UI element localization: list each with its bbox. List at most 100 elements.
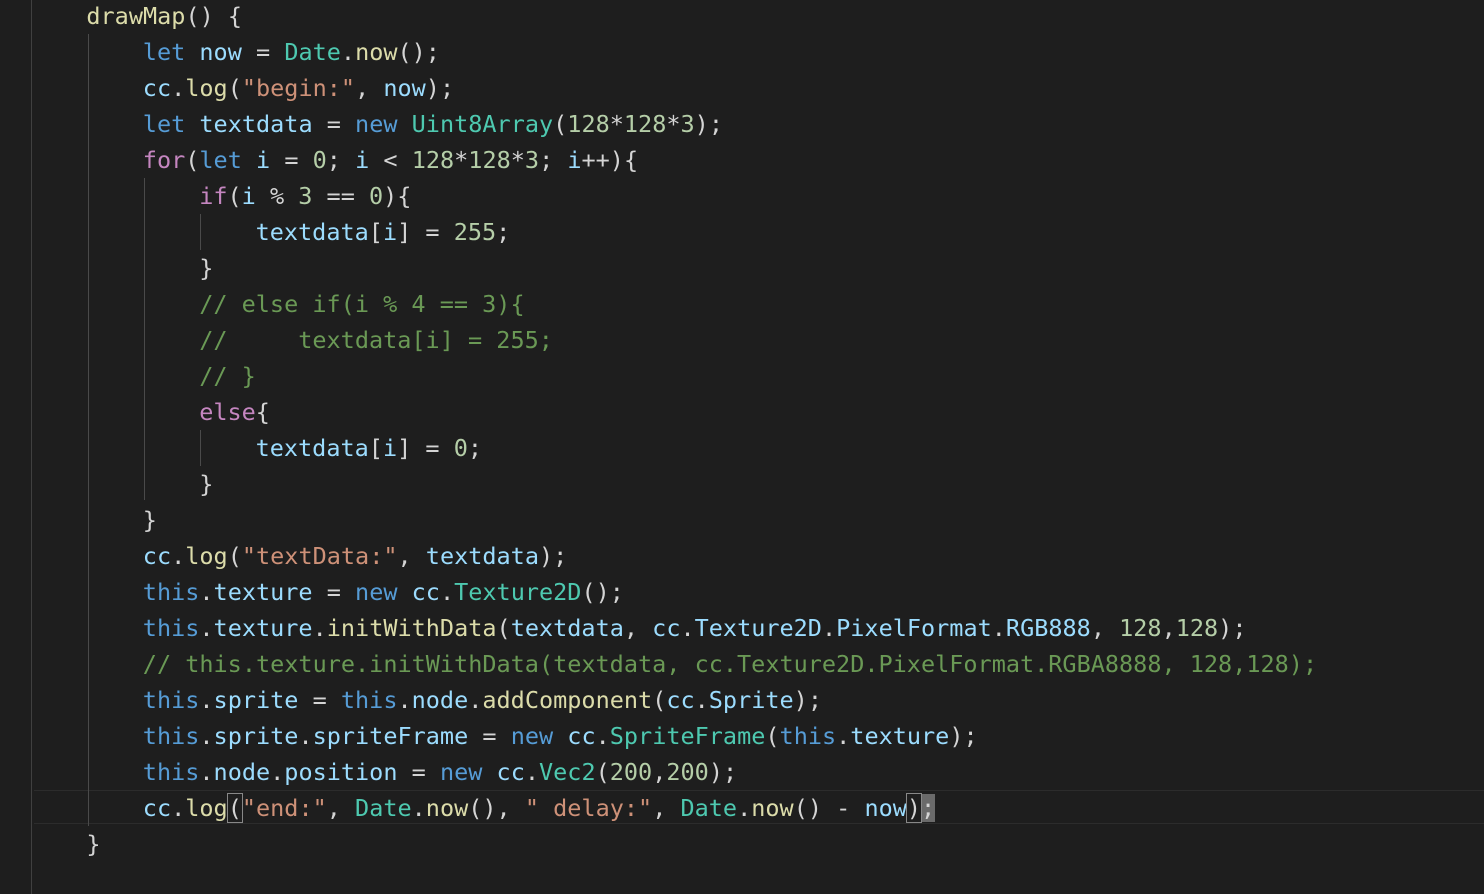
code-token: () - — [793, 794, 865, 822]
code-token: let — [142, 110, 186, 138]
code-line[interactable]: this.texture.initWithData(textdata, cc.T… — [143, 610, 1247, 646]
indent-guide — [31, 0, 32, 894]
code-line[interactable]: cc.log("begin:", now); — [143, 70, 454, 106]
code-line[interactable]: this.node.position = new cc.Vec2(200,200… — [143, 754, 737, 790]
code-token: textdata — [425, 542, 539, 570]
code-token: i — [382, 218, 398, 246]
code-token: 128 — [468, 146, 511, 174]
code-token: , — [326, 794, 356, 822]
code-token: texture — [850, 722, 950, 750]
code-line[interactable]: cc.log("end:", Date.now(), " delay:", Da… — [142, 790, 936, 826]
code-line[interactable]: } — [199, 250, 213, 286]
code-token: log — [185, 74, 228, 102]
code-token: . — [199, 686, 214, 714]
code-token: . — [171, 74, 186, 102]
code-token: % — [255, 182, 299, 210]
code-token: . — [411, 794, 426, 822]
code-token: * — [454, 146, 469, 174]
code-token: ( — [226, 793, 243, 823]
code-line[interactable]: // } — [199, 358, 256, 394]
code-line[interactable]: this.texture = new cc.Texture2D(); — [143, 574, 624, 610]
code-token: == — [312, 182, 369, 210]
code-token: ( — [652, 686, 667, 714]
code-token: node — [411, 686, 469, 714]
code-line[interactable]: else{ — [199, 394, 270, 430]
code-token: this — [142, 758, 200, 786]
code-token: this — [142, 722, 200, 750]
indent-guide — [88, 34, 89, 826]
code-line[interactable]: textdata[i] = 0; — [256, 430, 482, 466]
code-token: // } — [199, 362, 256, 390]
code-token: } — [199, 470, 214, 498]
code-token: = — [468, 722, 511, 750]
code-line[interactable]: } — [143, 502, 157, 538]
code-token: 0 — [312, 146, 327, 174]
code-token: cc — [142, 794, 172, 822]
code-token: = — [241, 38, 285, 66]
code-token: ( — [185, 146, 200, 174]
code-token: sprite — [213, 686, 299, 714]
code-token: textdata — [510, 614, 624, 642]
code-token: . — [171, 794, 186, 822]
code-line[interactable]: this.sprite.spriteFrame = new cc.SpriteF… — [143, 718, 978, 754]
code-token: now — [383, 74, 426, 102]
code-token: new — [510, 722, 554, 750]
code-token: = — [270, 146, 313, 174]
code-token: Date — [355, 794, 412, 822]
code-line[interactable]: // textdata[i] = 255; — [199, 322, 553, 358]
code-token: Texture2D — [694, 614, 822, 642]
code-token: new — [439, 758, 483, 786]
code-token: 3 — [298, 182, 313, 210]
code-token: this — [142, 614, 200, 642]
code-token: . — [270, 758, 285, 786]
code-editor[interactable]: drawMap() {let now = Date.now(); cc.log("… — [0, 0, 1484, 894]
code-token: // else if(i % 4 == 3){ — [199, 290, 525, 318]
code-token: initWithData — [326, 614, 497, 642]
code-token: . — [439, 578, 455, 606]
code-line[interactable]: this.sprite = this.node.addComponent(cc.… — [143, 682, 822, 718]
code-line[interactable]: if(i % 3 == 0){ — [199, 178, 411, 214]
code-line[interactable]: cc.log("textData:", textdata); — [143, 538, 567, 574]
code-token: "end:" — [241, 794, 327, 822]
code-token: = — [312, 110, 356, 138]
code-line[interactable]: for(let i = 0; i < 128*128*3; i++){ — [143, 142, 638, 178]
code-token: this — [142, 686, 200, 714]
code-token: cc — [411, 578, 440, 606]
code-token: cc — [652, 614, 681, 642]
code-token: texture — [213, 578, 313, 606]
code-token: . — [821, 614, 837, 642]
code-line[interactable]: let now = Date.now(); — [143, 34, 440, 70]
code-token: , — [652, 758, 667, 786]
code-line[interactable]: // else if(i % 4 == 3){ — [199, 286, 524, 322]
code-token: ( — [227, 542, 242, 570]
code-token: // textdata[i] = 255; — [199, 326, 553, 354]
code-line[interactable]: } — [199, 466, 213, 502]
code-token: 128 — [1119, 614, 1162, 642]
code-token: . — [680, 614, 695, 642]
code-line[interactable]: // this.texture.initWithData(textdata, c… — [143, 646, 1317, 682]
code-token: ) — [905, 793, 923, 823]
code-token: = — [298, 686, 341, 714]
code-token: Texture2D — [454, 578, 582, 606]
code-token: (); — [397, 38, 440, 66]
code-token: "begin:" — [241, 74, 356, 102]
code-token: . — [595, 722, 610, 750]
code-token: ); — [425, 74, 455, 102]
code-line[interactable]: drawMap() { — [86, 0, 242, 34]
code-token: ] = — [397, 218, 454, 246]
code-token: cc — [666, 686, 695, 714]
code-token: textdata — [255, 434, 369, 462]
code-token: i — [567, 146, 582, 174]
code-line[interactable]: let textdata = new Uint8Array(128*128*3)… — [143, 106, 723, 142]
code-line[interactable]: textdata[i] = 255; — [256, 214, 511, 250]
code-token: } — [142, 506, 157, 534]
code-token: . — [836, 722, 851, 750]
code-line[interactable]: } — [86, 826, 100, 862]
code-token: . — [340, 38, 356, 66]
code-token: } — [199, 254, 214, 282]
code-token: , — [652, 794, 681, 822]
code-token: } — [86, 830, 101, 858]
